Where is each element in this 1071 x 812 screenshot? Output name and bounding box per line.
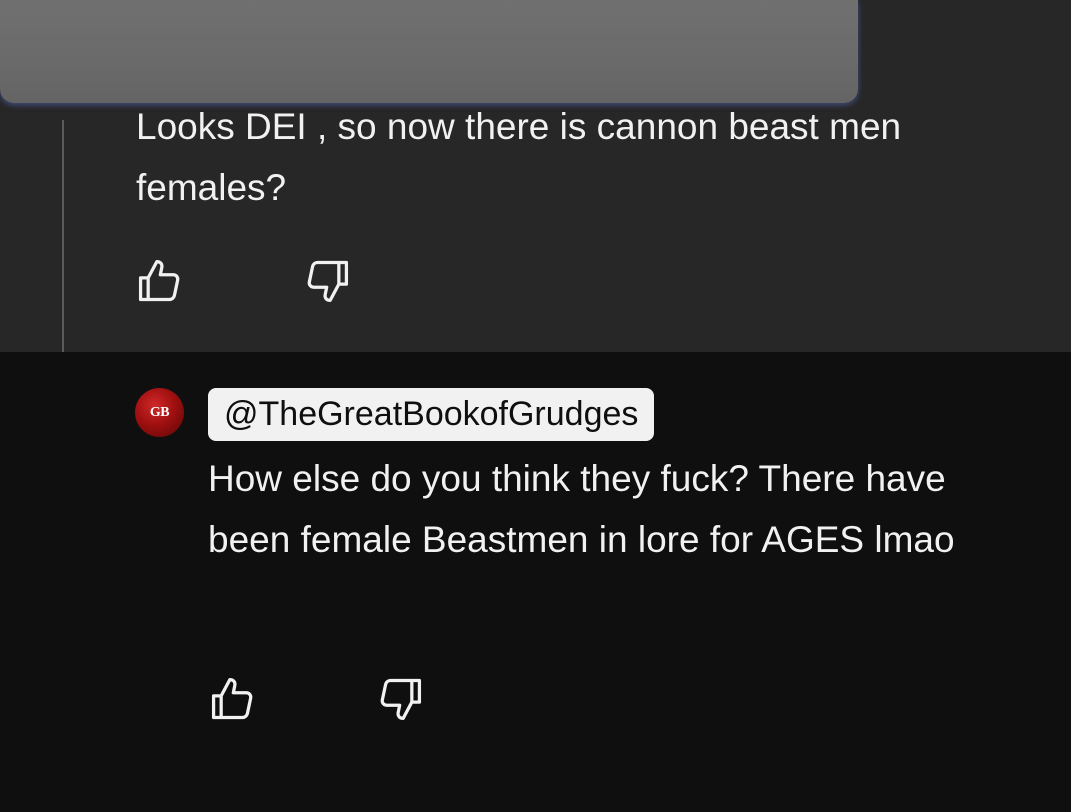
video-thumbnail-overlay[interactable] [0,0,858,103]
reply-like-button[interactable] [206,672,258,724]
thumbs-up-icon [211,677,253,720]
reply-dislike-button[interactable] [375,674,427,726]
thumbs-down-icon [380,678,422,721]
avatar-initials: GB [149,404,170,420]
thumbs-down-icon [307,260,349,303]
reply-comment-text: How else do you think they fuck? There h… [208,458,955,560]
thumbs-up-icon [138,259,180,302]
reply-author-handle[interactable]: @TheGreatBookofGrudges [208,388,655,441]
parent-comment-text: Looks DEI , so now there is cannon beast… [136,106,902,208]
parent-like-button[interactable] [133,254,185,306]
avatar[interactable]: GB [135,388,184,437]
parent-dislike-button[interactable] [302,256,354,308]
